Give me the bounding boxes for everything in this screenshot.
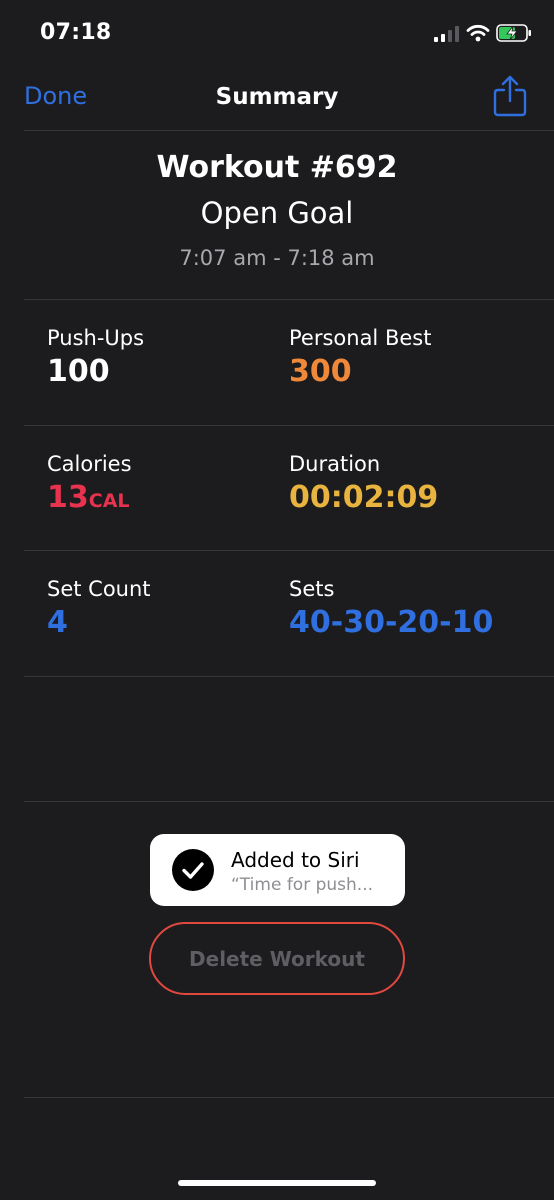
divider <box>24 299 554 300</box>
stat-label: Set Count <box>47 577 151 601</box>
stat-value: 40-30-20-10 <box>289 605 494 640</box>
stat-label: Sets <box>289 577 335 601</box>
stat-calories: Calories 13CAL <box>47 452 132 515</box>
page-title: Summary <box>215 84 339 110</box>
divider <box>24 130 554 131</box>
battery-charging-icon <box>496 24 531 42</box>
checkmark-icon <box>172 849 214 891</box>
stat-value: 100 <box>47 354 110 389</box>
stat-label: Calories <box>47 452 132 476</box>
signal-icon <box>434 26 459 42</box>
divider <box>24 425 554 426</box>
stat-set-count: Set Count 4 <box>47 577 151 640</box>
divider <box>24 676 554 677</box>
status-bar: 07:18 <box>0 0 554 66</box>
stat-duration: Duration 00:02:09 <box>289 452 438 515</box>
workout-goal: Open Goal <box>200 196 354 230</box>
calories-value: 13 <box>47 480 89 515</box>
delete-workout-button[interactable]: Delete Workout <box>149 922 405 995</box>
stat-value: 300 <box>289 354 352 389</box>
stat-label: Personal Best <box>289 326 432 350</box>
toast-title: Added to Siri <box>231 848 360 872</box>
stat-pushups: Push-Ups 100 <box>47 326 144 389</box>
stat-label: Duration <box>289 452 381 476</box>
navigation-bar: Done Summary <box>0 66 554 130</box>
stat-sets: Sets 40-30-20-10 <box>289 577 493 640</box>
divider <box>24 550 554 551</box>
stat-personal-best: Personal Best 300 <box>289 326 431 389</box>
workout-time-range: 7:07 am - 7:18 am <box>179 246 375 270</box>
toast-subtitle: “Time for push... <box>231 875 374 895</box>
divider <box>24 1097 554 1098</box>
home-indicator <box>178 1180 376 1186</box>
calories-unit: CAL <box>88 490 130 512</box>
stat-value: 00:02:09 <box>289 480 439 515</box>
stat-label: Push-Ups <box>47 326 145 350</box>
stat-value: 4 <box>47 605 68 640</box>
wifi-icon <box>466 24 490 42</box>
status-time: 07:18 <box>40 20 112 45</box>
siri-toast[interactable]: Added to Siri “Time for push... <box>150 834 405 906</box>
stat-value: 13CAL <box>47 480 132 515</box>
workout-title: Workout #692 <box>156 150 398 185</box>
share-icon[interactable] <box>492 74 528 118</box>
divider <box>24 801 554 802</box>
